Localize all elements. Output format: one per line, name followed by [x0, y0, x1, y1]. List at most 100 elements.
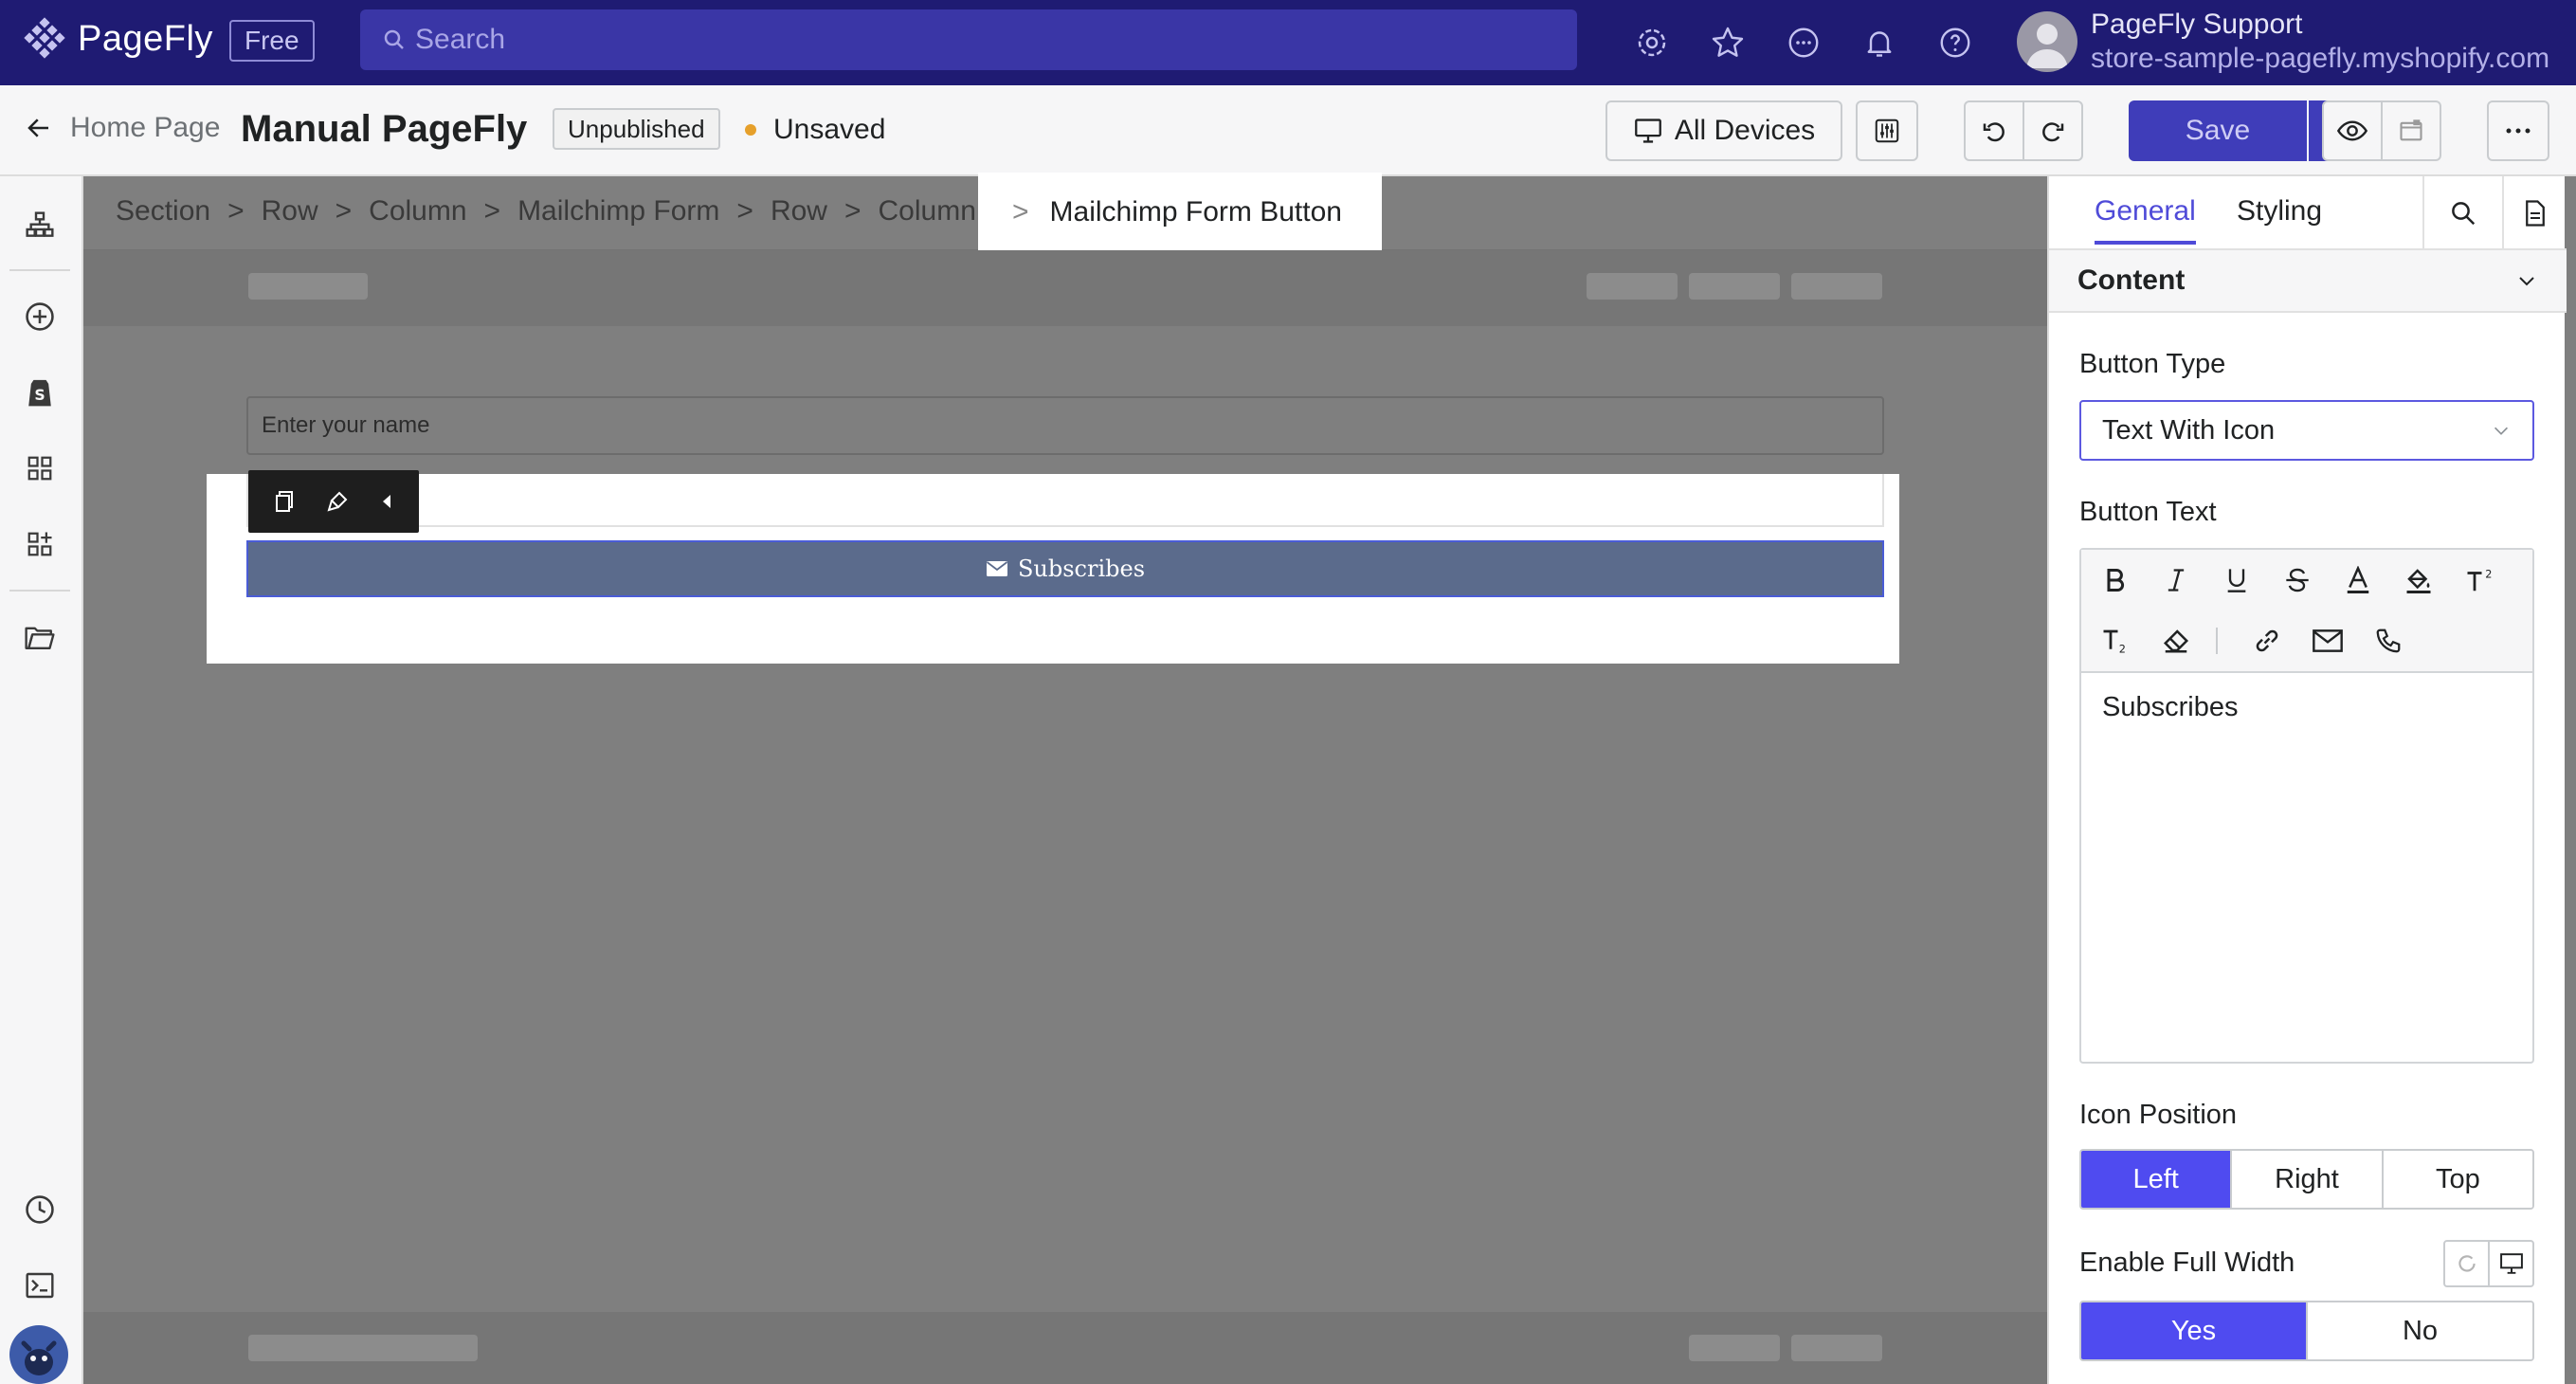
- mascot-icon[interactable]: [8, 1323, 70, 1384]
- tab-styling[interactable]: Styling: [2237, 195, 2322, 241]
- breadcrumb-label: Section: [116, 195, 211, 227]
- history-icon[interactable]: [21, 1191, 59, 1229]
- button-text-label: Button Text: [2079, 497, 2217, 527]
- strikethrough-icon[interactable]: [2277, 559, 2318, 601]
- inspector-panel: General Styling Content Button Type Text…: [2047, 176, 2567, 1384]
- chevron-down-icon: [2494, 427, 2509, 435]
- bell-icon[interactable]: [1858, 21, 1901, 64]
- pagefly-logo[interactable]: PageFly: [23, 17, 213, 61]
- icon-position-left[interactable]: Left: [2081, 1151, 2231, 1208]
- breadcrumb-label: Mailchimp Form: [517, 195, 720, 227]
- skeleton-block: [1689, 273, 1780, 300]
- user-menu[interactable]: PageFly Support store-sample-pagefly.mys…: [2017, 8, 2549, 76]
- breadcrumb-item-column-2[interactable]: Column: [879, 195, 976, 228]
- style-brush-icon[interactable]: [326, 490, 349, 513]
- breadcrumb-item-section[interactable]: Section: [116, 195, 210, 228]
- breadcrumb-label: Row: [261, 195, 318, 227]
- superscript-icon[interactable]: 2: [2458, 559, 2500, 601]
- underline-icon[interactable]: [2216, 559, 2258, 601]
- name-field[interactable]: Enter your name: [246, 396, 1884, 455]
- caret-left-icon[interactable]: [380, 493, 393, 510]
- skeleton-block: [248, 273, 368, 300]
- italic-icon[interactable]: [2155, 559, 2197, 601]
- terminal-icon[interactable]: [21, 1266, 59, 1304]
- email-link-icon[interactable]: [2307, 620, 2349, 662]
- skeleton-block: [1689, 1335, 1780, 1361]
- subscript-icon[interactable]: 2: [2095, 620, 2136, 662]
- skeleton-block: [248, 1335, 478, 1361]
- save-state: Unsaved: [745, 114, 885, 146]
- breadcrumb-item-mailchimp-form[interactable]: Mailchimp Form: [517, 195, 719, 228]
- fill-color-icon[interactable]: [2398, 559, 2440, 601]
- reset-icon[interactable]: [2445, 1242, 2488, 1285]
- icon-position-top[interactable]: Top: [2381, 1151, 2532, 1208]
- settings-icon[interactable]: [1630, 21, 1674, 64]
- content-section-header[interactable]: Content: [2049, 250, 2567, 313]
- shopify-icon[interactable]: S: [21, 373, 59, 411]
- icon-position-control: Left Right Top: [2079, 1149, 2534, 1210]
- app-name: PageFly: [78, 18, 213, 59]
- breadcrumb-item-column[interactable]: Column: [369, 195, 466, 228]
- desktop-icon[interactable]: [2488, 1242, 2532, 1285]
- chevron-down-icon: [2519, 277, 2534, 286]
- folder-icon[interactable]: [21, 618, 59, 656]
- full-width-yes[interactable]: Yes: [2081, 1302, 2306, 1359]
- adjust-settings-button[interactable]: [1856, 100, 1918, 161]
- status-badge: Unpublished: [553, 108, 720, 150]
- toolbar-divider: [2216, 628, 2218, 654]
- undo-button[interactable]: [1964, 100, 2024, 161]
- top-bar: PageFly Free Search PageFly Support stor…: [0, 0, 2576, 85]
- user-name: PageFly Support: [2091, 9, 2303, 40]
- star-icon[interactable]: [1706, 21, 1750, 64]
- tab-general[interactable]: General: [2095, 195, 2196, 245]
- breadcrumb-item-row[interactable]: Row: [262, 195, 318, 228]
- store-domain: store-sample-pagefly.myshopify.com: [2091, 43, 2550, 74]
- icon-position-right[interactable]: Right: [2230, 1151, 2382, 1208]
- skeleton-block: [1791, 273, 1882, 300]
- device-selector-button[interactable]: All Devices: [1605, 100, 1842, 161]
- text-color-icon[interactable]: [2337, 559, 2379, 601]
- full-width-label: Enable Full Width: [2079, 1247, 2295, 1278]
- back-label: Home Page: [70, 112, 221, 143]
- undo-icon: [1983, 122, 2005, 142]
- link-icon[interactable]: [2246, 620, 2288, 662]
- button-type-label: Button Type: [2079, 349, 2226, 379]
- button-type-value: Text With Icon: [2102, 414, 2276, 446]
- panel-docs-button[interactable]: [2502, 176, 2567, 250]
- breadcrumb-item-active[interactable]: > Mailchimp Form Button: [978, 173, 1382, 252]
- back-link[interactable]: Home Page: [25, 112, 220, 144]
- redo-button[interactable]: [2023, 100, 2083, 161]
- document-icon: [2526, 200, 2545, 227]
- breadcrumb-label: Column: [369, 195, 467, 227]
- eye-icon: [2337, 120, 2367, 141]
- full-width-no[interactable]: No: [2306, 1302, 2532, 1359]
- unsaved-dot: [745, 124, 756, 136]
- pagefly-logo-icon: [24, 17, 65, 59]
- button-text-value[interactable]: Subscribes: [2102, 692, 2238, 723]
- add-grid-icon[interactable]: [21, 525, 59, 563]
- clear-format-icon[interactable]: [2155, 620, 2197, 662]
- chat-icon[interactable]: [1782, 21, 1825, 64]
- layers-icon[interactable]: [21, 207, 59, 245]
- grid-icon[interactable]: [21, 449, 59, 487]
- email-field[interactable]: [246, 474, 1884, 527]
- help-icon[interactable]: [1933, 21, 1977, 64]
- subscribe-button[interactable]: Subscribes: [246, 540, 1884, 597]
- preview-button[interactable]: [2322, 100, 2383, 161]
- phone-link-icon[interactable]: [2367, 620, 2409, 662]
- plan-badge[interactable]: Free: [229, 20, 315, 62]
- redo-icon: [2042, 122, 2064, 142]
- publish-button[interactable]: [2381, 100, 2441, 161]
- add-icon[interactable]: [21, 298, 59, 336]
- breadcrumb-item-row-2[interactable]: Row: [771, 195, 827, 228]
- search-input[interactable]: Search: [360, 9, 1577, 70]
- button-type-select[interactable]: Text With Icon: [2079, 400, 2534, 461]
- svg-text:2: 2: [2485, 569, 2492, 581]
- panel-search-button[interactable]: [2422, 176, 2502, 250]
- duplicate-icon[interactable]: [274, 490, 295, 513]
- bold-icon[interactable]: [2095, 559, 2136, 601]
- svg-text:S: S: [34, 386, 45, 404]
- save-button[interactable]: Save: [2129, 100, 2307, 161]
- more-options-button[interactable]: [2487, 100, 2549, 161]
- rail-divider: [9, 269, 70, 271]
